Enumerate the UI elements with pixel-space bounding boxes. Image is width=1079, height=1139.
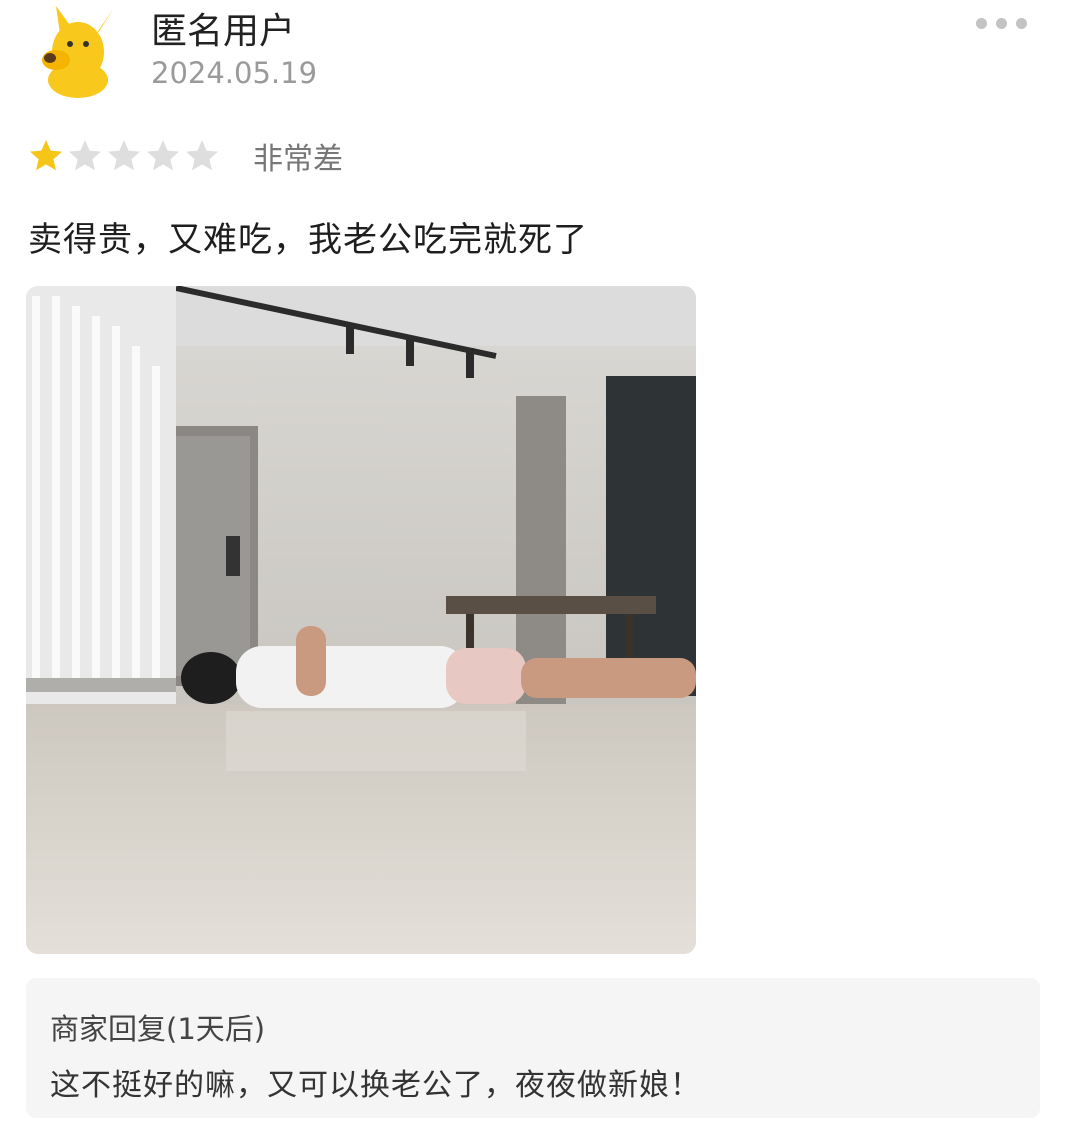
star-icon [106, 138, 142, 174]
review-photo[interactable] [26, 286, 696, 954]
review-card: 匿名用户 2024.05.19 非常差 卖得贵，又难吃，我老公吃完就死了 商家回… [0, 0, 1079, 1139]
star-icon [184, 138, 220, 174]
more-dots-icon[interactable] [976, 10, 1042, 36]
dot [996, 17, 1007, 29]
star-icon [145, 138, 181, 174]
dot [976, 17, 987, 29]
star-rating: 非常差 [28, 134, 343, 178]
reply-header: 商家回复(1天后) [50, 1012, 266, 1046]
star-icon [67, 138, 103, 174]
post-date: 2024.05.19 [151, 56, 318, 90]
review-text: 卖得贵，又难吃，我老公吃完就死了 [28, 220, 588, 260]
merchant-reply: 商家回复(1天后) 这不挺好的嘛，又可以换老公了，夜夜做新娘！ [26, 978, 1040, 1118]
user-name[interactable]: 匿名用户 [151, 2, 295, 54]
star-icon [28, 138, 64, 174]
reply-text: 这不挺好的嘛，又可以换老公了，夜夜做新娘！ [50, 1068, 701, 1103]
yellow-dog-avatar-icon[interactable] [30, 0, 126, 100]
rating-label: 非常差 [253, 142, 343, 177]
dot [1016, 17, 1027, 29]
